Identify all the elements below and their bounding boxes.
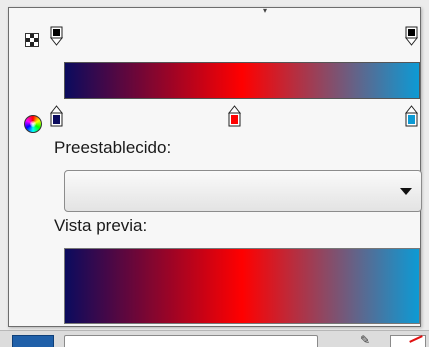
line-style-swatch[interactable] bbox=[390, 335, 426, 347]
background-toolbar: ✎ bbox=[0, 330, 429, 347]
checker-icon[interactable] bbox=[25, 33, 39, 47]
color-swatch[interactable] bbox=[12, 335, 54, 347]
color-stop-end[interactable] bbox=[405, 105, 418, 127]
preset-label: Preestablecido: bbox=[54, 138, 172, 157]
popup-pointer: ▾ bbox=[262, 6, 267, 15]
chevron-down-icon[interactable] bbox=[400, 188, 412, 195]
pen-icon[interactable]: ✎ bbox=[360, 333, 374, 347]
opacity-stop-end[interactable] bbox=[405, 26, 418, 46]
preset-dropdown[interactable] bbox=[64, 170, 422, 212]
gradient-bar[interactable] bbox=[64, 62, 420, 99]
color-stop-start[interactable] bbox=[50, 105, 63, 127]
background-input[interactable] bbox=[64, 335, 318, 347]
gradient-preview bbox=[64, 248, 420, 324]
stage: ✎ ▾ Preestablecido: Vista previa: bbox=[0, 0, 429, 347]
color-stop-middle[interactable] bbox=[228, 105, 241, 127]
gradient-editor-popup: ▾ Preestablecido: Vista previa: bbox=[8, 6, 422, 327]
opacity-stop-start[interactable] bbox=[50, 26, 63, 46]
preview-label: Vista previa: bbox=[54, 216, 148, 235]
color-wheel-icon[interactable] bbox=[24, 115, 42, 133]
